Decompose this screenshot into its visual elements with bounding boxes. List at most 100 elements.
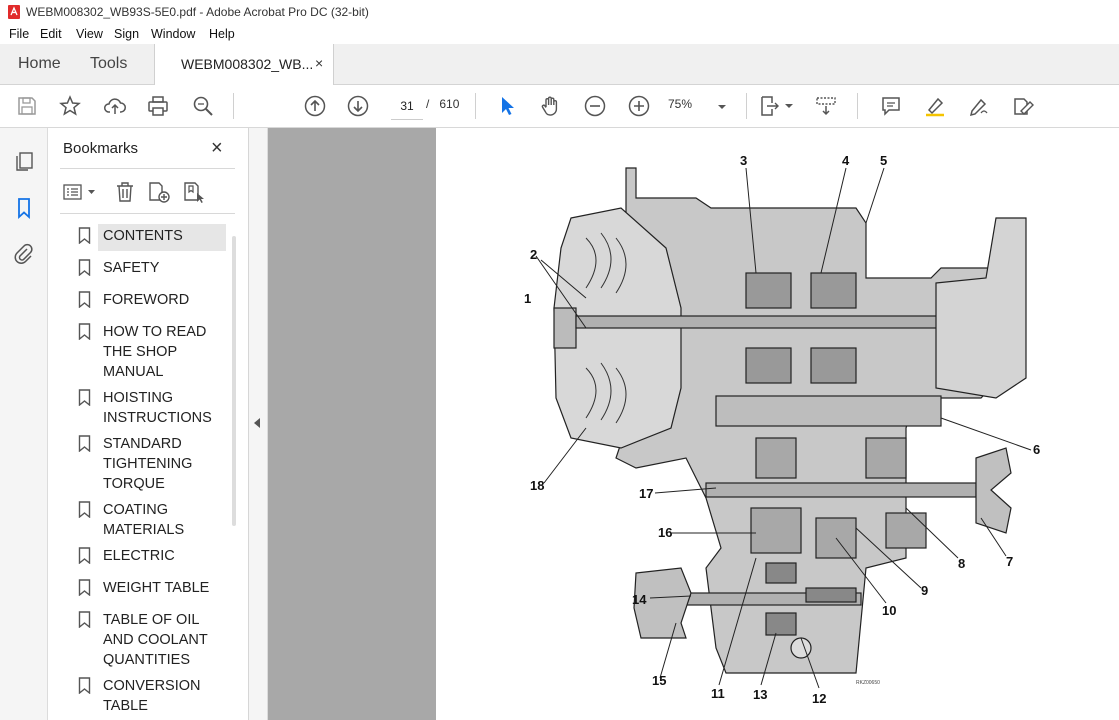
toolbar: / 610 75% — [0, 85, 1119, 128]
toolbar-separator — [233, 93, 234, 119]
menu-edit[interactable]: Edit — [40, 27, 62, 41]
callout-7: 7 — [1006, 554, 1013, 569]
bookmark-icon — [78, 547, 91, 564]
callout-13: 13 — [753, 687, 767, 702]
bookmark-label: SAFETY — [103, 260, 160, 276]
bookmark-label: HOISTING INSTRUCTIONS — [103, 390, 212, 426]
bookmark-label: HOW TO READ THE SHOP MANUAL — [103, 324, 207, 380]
page-total: / 610 — [426, 97, 460, 111]
hand-icon[interactable] — [539, 94, 563, 118]
callout-12: 12 — [812, 691, 826, 706]
panel-collapse-strip — [249, 128, 268, 720]
attachments-icon[interactable] — [12, 242, 36, 266]
bookmark-icon — [78, 579, 91, 596]
callout-4: 4 — [842, 153, 850, 168]
page-number-input[interactable] — [391, 93, 423, 120]
bookmark-star-icon[interactable] — [58, 94, 82, 118]
menu-window[interactable]: Window — [151, 27, 195, 41]
bookmark-icon — [78, 611, 91, 628]
menu-view[interactable]: View — [76, 27, 103, 41]
menu-bar: File Edit View Sign Window Help — [0, 24, 1119, 44]
fit-dropdown-icon[interactable] — [782, 94, 796, 118]
zoom-level[interactable]: 75% — [668, 97, 692, 111]
sign-icon[interactable] — [967, 94, 991, 118]
bookmarks-panel-icon[interactable] — [12, 196, 36, 220]
callout-6: 6 — [1033, 442, 1040, 457]
callout-9: 9 — [921, 583, 928, 598]
callout-1: 1 — [524, 291, 531, 306]
bookmark-icon — [78, 323, 91, 340]
tab-tools[interactable]: Tools — [90, 55, 127, 73]
bookmark-icon — [78, 227, 91, 244]
tab-close-icon[interactable]: × — [315, 55, 323, 71]
page-down-icon[interactable] — [346, 94, 370, 118]
bookmark-icon — [78, 389, 91, 406]
bookmark-list: CONTENTS SAFETY FOREWORD HOW TO READ THE SH… — [48, 224, 234, 720]
bookmark-icon — [78, 677, 91, 694]
bookmarks-panel: Bookmarks × CONTENTS SAFETY FOREWORD HOW TO… — [48, 128, 249, 720]
callout-8: 8 — [958, 556, 965, 571]
bookmark-label: CONTENTS — [103, 228, 183, 244]
tab-bar: Home Tools WEBM008302_WB... × — [0, 44, 1119, 85]
page-up-icon[interactable] — [303, 94, 327, 118]
find-icon[interactable] — [191, 94, 215, 118]
callout-17: 17 — [639, 486, 653, 501]
upload-icon[interactable] — [103, 94, 127, 118]
menu-sign[interactable]: Sign — [114, 27, 139, 41]
fill-sign-icon[interactable] — [1011, 94, 1035, 118]
bookmark-from-selection-icon[interactable] — [182, 180, 206, 204]
bookmark-label: STANDARD TIGHTENING TORQUE — [103, 436, 193, 492]
fit-page-icon[interactable] — [758, 94, 782, 118]
callout-11: 11 — [711, 686, 725, 701]
comment-icon[interactable] — [879, 94, 903, 118]
bookmark-icon — [78, 259, 91, 276]
callout-14: 14 — [632, 592, 647, 607]
bookmark-label: CONVERSION TABLE — [103, 678, 201, 714]
zoom-dropdown-icon[interactable] — [715, 95, 729, 119]
document-background — [268, 128, 436, 720]
scroll-mode-icon[interactable] — [814, 94, 838, 118]
callout-10: 10 — [882, 603, 896, 618]
bookmark-icon — [78, 501, 91, 518]
save-icon[interactable] — [15, 94, 39, 118]
bookmarks-toolbar — [60, 178, 235, 208]
window-title: WEBM008302_WB93S-5E0.pdf - Adobe Acrobat… — [26, 5, 369, 19]
highlight-icon[interactable] — [923, 94, 947, 118]
bookmark-label: WEIGHT TABLE — [103, 580, 210, 596]
title-bar: WEBM008302_WB93S-5E0.pdf - Adobe Acrobat… — [0, 0, 1119, 25]
options-menu-icon[interactable] — [62, 181, 98, 203]
zoom-out-icon[interactable] — [583, 94, 607, 118]
collapse-panel-icon[interactable] — [254, 418, 260, 428]
print-icon[interactable] — [146, 94, 170, 118]
callout-15: 15 — [652, 673, 666, 688]
callout-3: 3 — [740, 153, 747, 168]
close-icon[interactable]: × — [211, 137, 223, 160]
bookmark-label: ELECTRIC — [103, 548, 175, 564]
tab-document[interactable]: WEBM008302_WB... × — [154, 44, 334, 85]
toolbar-separator — [857, 93, 858, 119]
bookmark-label: COATING MATERIALS — [103, 502, 185, 538]
delete-bookmark-icon[interactable] — [114, 180, 136, 204]
page-thumbnails-icon[interactable] — [12, 149, 36, 173]
toolbar-separator — [746, 93, 747, 119]
bookmark-label: FOREWORD — [103, 292, 190, 308]
divider — [60, 213, 235, 214]
bookmarks-scrollbar[interactable] — [232, 236, 236, 526]
tab-home[interactable]: Home — [18, 55, 61, 73]
callout-16: 16 — [658, 525, 672, 540]
acrobat-app-icon — [8, 5, 20, 19]
figure-code: RKZ00650 — [856, 680, 880, 686]
tab-document-label: WEBM008302_WB... — [181, 56, 314, 72]
menu-help[interactable]: Help — [209, 27, 235, 41]
document-page[interactable]: 1 2 3 4 5 6 7 8 9 10 11 12 13 14 15 16 1… — [436, 128, 1119, 720]
callout-2: 2 — [530, 247, 537, 262]
bookmarks-panel-title: Bookmarks — [63, 140, 139, 157]
new-bookmark-icon[interactable] — [147, 180, 171, 204]
select-cursor-icon[interactable] — [495, 94, 519, 118]
total-pages: 610 — [439, 97, 460, 111]
divider — [60, 168, 235, 169]
zoom-in-icon[interactable] — [627, 94, 651, 118]
bookmark-icon — [78, 291, 91, 308]
bookmark-icon — [78, 435, 91, 452]
menu-file[interactable]: File — [9, 27, 29, 41]
